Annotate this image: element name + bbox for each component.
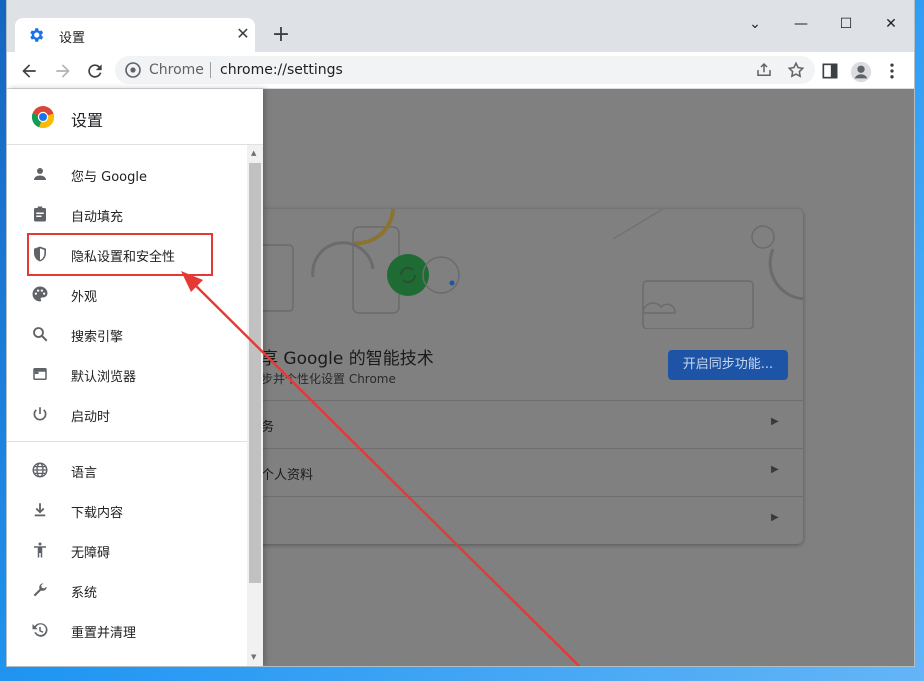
address-bar[interactable]: Chrome chrome://settings bbox=[115, 56, 815, 84]
sidebar-item-languages[interactable]: 语言 bbox=[7, 450, 247, 490]
minimize-button[interactable]: — bbox=[786, 12, 816, 36]
profile-avatar[interactable] bbox=[846, 57, 874, 85]
tab-title: 设置 bbox=[59, 31, 86, 46]
share-icon[interactable] bbox=[755, 61, 773, 83]
sidebar-item-on-startup[interactable]: 启动时 bbox=[7, 394, 247, 434]
back-button[interactable] bbox=[15, 57, 43, 85]
drawer-header: 设置 bbox=[7, 89, 263, 145]
sidebar-item-system[interactable]: 系统 bbox=[7, 570, 247, 610]
scroll-up-arrow-icon[interactable]: ▲ bbox=[251, 149, 256, 157]
maximize-button[interactable]: ☐ bbox=[831, 12, 861, 36]
sidebar-item-label: 启动时 bbox=[71, 410, 111, 425]
sync-card-subtitle: 步并个性化设置 Chrome bbox=[261, 372, 396, 386]
chevron-right-icon: ▶ bbox=[771, 416, 779, 427]
shield-icon bbox=[31, 245, 49, 263]
clipboard-icon bbox=[31, 205, 49, 223]
sidebar-item-label: 外观 bbox=[71, 290, 98, 305]
url-text[interactable]: chrome://settings bbox=[220, 62, 343, 78]
close-window-button[interactable]: ✕ bbox=[876, 12, 906, 36]
turn-on-sync-button[interactable]: 开启同步功能... bbox=[668, 350, 788, 380]
sync-services-row[interactable]: 务 ▶ bbox=[203, 400, 803, 448]
palette-icon bbox=[31, 285, 49, 303]
power-icon bbox=[31, 405, 49, 423]
new-tab-button[interactable]: + bbox=[267, 22, 295, 50]
scroll-down-arrow-icon[interactable]: ▼ bbox=[251, 653, 256, 661]
forward-button[interactable] bbox=[49, 57, 77, 85]
sidebar-item-default-browser[interactable]: 默认浏览器 bbox=[7, 354, 247, 394]
tab-strip: 设置 ✕ + ⌄ — ☐ ✕ bbox=[7, 0, 914, 52]
site-name: Chrome bbox=[149, 62, 204, 78]
globe-icon bbox=[31, 461, 49, 479]
sidebar-divider bbox=[7, 441, 247, 442]
settings-content: 享 Google 的智能技术 步并个性化设置 Chrome 开启同步功能... … bbox=[7, 89, 914, 666]
sidebar-scrollbar[interactable]: ▲ ▼ bbox=[247, 145, 263, 666]
sidebar-item-label: 默认浏览器 bbox=[71, 370, 137, 385]
bookmark-star-icon[interactable] bbox=[787, 61, 805, 83]
sidebar-item-label: 您与 Google bbox=[71, 170, 147, 185]
sync-banner-illustration bbox=[242, 209, 803, 329]
restore-icon bbox=[31, 621, 49, 639]
accessibility-icon bbox=[31, 541, 49, 559]
sidebar-nav: 您与 Google 自动填充 隐私设置和安全性 外观 搜索引擎 默认浏览器 启动… bbox=[7, 154, 247, 650]
settings-sidebar-drawer: 设置 您与 Google 自动填充 隐私设置和安全性 外观 搜索引擎 默认浏览器… bbox=[7, 89, 263, 666]
sidebar-item-autofill[interactable]: 自动填充 bbox=[7, 194, 247, 234]
sidebar-item-search-engine[interactable]: 搜索引擎 bbox=[7, 314, 247, 354]
sidebar-item-accessibility[interactable]: 无障碍 bbox=[7, 530, 247, 570]
sidebar-item-appearance[interactable]: 外观 bbox=[7, 274, 247, 314]
reload-button[interactable] bbox=[81, 57, 109, 85]
chrome-site-icon bbox=[125, 62, 141, 82]
download-icon bbox=[31, 501, 49, 519]
sidebar-item-label: 自动填充 bbox=[71, 210, 124, 225]
sidebar-item-label: 重置并清理 bbox=[71, 626, 137, 641]
chrome-logo-icon bbox=[31, 105, 55, 133]
sidebar-item-label: 无障碍 bbox=[71, 546, 111, 561]
browser-window: 设置 ✕ + ⌄ — ☐ ✕ Chrome chrome://settings bbox=[7, 0, 914, 666]
wrench-icon bbox=[31, 581, 49, 599]
sidebar-item-label: 搜索引擎 bbox=[71, 330, 124, 345]
sidebar-item-label: 语言 bbox=[71, 466, 98, 481]
chevron-right-icon: ▶ bbox=[771, 464, 779, 475]
tab-close-icon[interactable]: ✕ bbox=[233, 24, 253, 44]
menu-dots-icon[interactable] bbox=[878, 57, 906, 85]
sync-card-title: 享 Google 的智能技术 bbox=[261, 349, 434, 369]
sync-card: 享 Google 的智能技术 步并个性化设置 Chrome 开启同步功能... … bbox=[203, 209, 803, 544]
sidebar-item-privacy-security[interactable]: 隐私设置和安全性 bbox=[7, 234, 247, 274]
sidebar-item-label: 系统 bbox=[71, 586, 98, 601]
sidebar-item-label: 隐私设置和安全性 bbox=[71, 250, 176, 265]
browser-toolbar: Chrome chrome://settings bbox=[7, 52, 914, 89]
sidebar-item-you-and-google[interactable]: 您与 Google bbox=[7, 154, 247, 194]
drawer-title: 设置 bbox=[71, 111, 104, 130]
tab-settings[interactable]: 设置 ✕ bbox=[15, 18, 255, 52]
person-icon bbox=[31, 165, 49, 183]
chevron-right-icon: ▶ bbox=[771, 512, 779, 523]
search-icon bbox=[31, 325, 49, 343]
gear-icon bbox=[27, 26, 45, 44]
import-row[interactable]: ▶ bbox=[203, 496, 803, 544]
browser-window-icon bbox=[31, 365, 49, 383]
sidebar-item-downloads[interactable]: 下载内容 bbox=[7, 490, 247, 530]
scrollbar-thumb[interactable] bbox=[249, 163, 261, 583]
row-label: 个人资料 bbox=[261, 468, 314, 483]
manage-profile-row[interactable]: 个人资料 ▶ bbox=[203, 448, 803, 496]
side-panel-icon[interactable] bbox=[816, 57, 844, 85]
omnibox-separator bbox=[210, 62, 211, 78]
tab-search-icon[interactable]: ⌄ bbox=[740, 12, 770, 36]
sidebar-item-reset-cleanup[interactable]: 重置并清理 bbox=[7, 610, 247, 650]
sidebar-item-label: 下载内容 bbox=[71, 506, 124, 521]
